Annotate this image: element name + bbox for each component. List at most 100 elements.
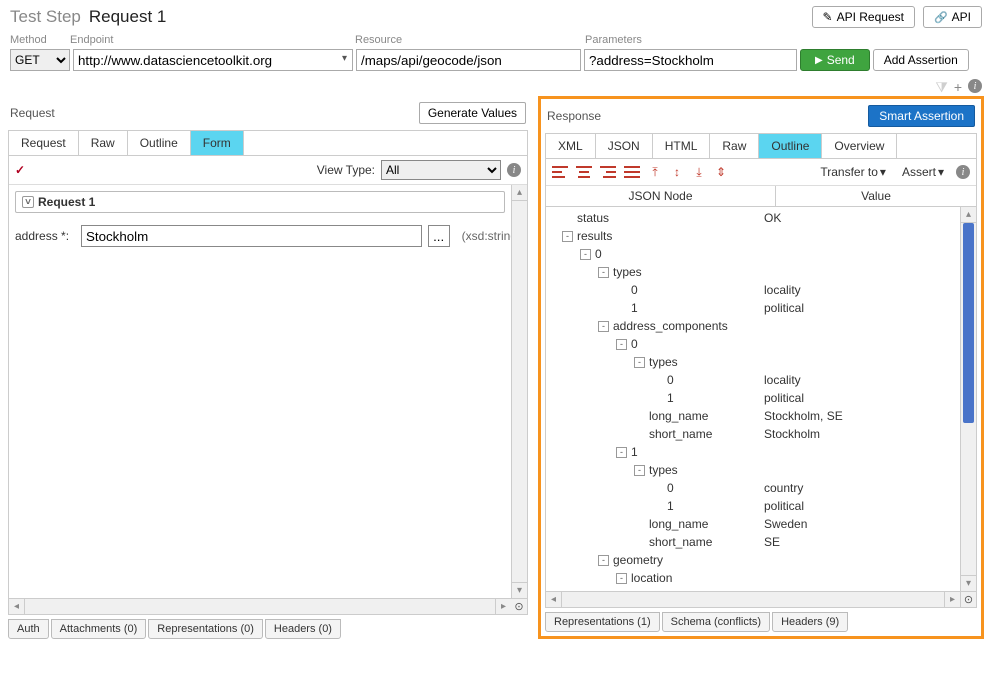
tree-toggle-icon[interactable]: - — [598, 321, 609, 332]
tree-row[interactable]: -location — [546, 569, 960, 587]
align-justify-icon[interactable] — [624, 165, 640, 179]
tree-toggle-icon[interactable]: - — [634, 357, 645, 368]
tree-toggle-icon[interactable]: - — [616, 339, 627, 350]
tab-raw[interactable]: Raw — [710, 134, 759, 158]
tab-request[interactable]: Request — [9, 131, 79, 155]
tab-html[interactable]: HTML — [653, 134, 711, 158]
tree-toggle-icon[interactable]: - — [634, 465, 645, 476]
browse-button[interactable]: ... — [428, 225, 450, 247]
tab-overview[interactable]: Overview — [822, 134, 897, 158]
tree-row[interactable]: -results — [546, 227, 960, 245]
api-button[interactable]: API — [923, 6, 982, 28]
endpoint-input[interactable] — [73, 49, 353, 71]
send-button[interactable]: ▶ Send — [800, 49, 870, 71]
scroll-down-icon[interactable]: ▾ — [961, 575, 976, 591]
tab-form[interactable]: Form — [191, 131, 244, 155]
horizontal-scrollbar[interactable]: ◂ ▸ — [546, 591, 960, 607]
tree-row[interactable]: -types — [546, 353, 960, 371]
vertical-scrollbar[interactable]: ▴ ▾ — [960, 207, 976, 591]
tree-row[interactable]: 1political — [546, 299, 960, 317]
tree-row[interactable]: -0 — [546, 245, 960, 263]
bottom-tab[interactable]: Headers (9) — [772, 612, 848, 632]
scroll-left-icon[interactable]: ◂ — [546, 592, 562, 607]
view-type-select[interactable]: All — [381, 160, 501, 180]
valign-top-icon[interactable]: ⤒ — [648, 165, 662, 179]
tab-xml[interactable]: XML — [546, 134, 596, 158]
tree-row[interactable]: -address_components — [546, 317, 960, 335]
validate-icon[interactable]: ✓ — [15, 163, 25, 177]
tab-raw[interactable]: Raw — [79, 131, 128, 155]
bottom-tab[interactable]: Representations (0) — [148, 619, 263, 639]
assert-label: Assert — [902, 165, 936, 179]
tree-row[interactable]: short_nameStockholm — [546, 425, 960, 443]
bottom-tab[interactable]: Schema (conflicts) — [662, 612, 770, 632]
tree-toggle-icon[interactable]: - — [616, 447, 627, 458]
transfer-to-dropdown[interactable]: Transfer to ▾ — [816, 163, 890, 181]
tree-node-value: OK — [760, 211, 960, 225]
tree-node-label: short_name — [649, 535, 712, 549]
plus-icon[interactable]: + — [954, 79, 962, 96]
scroll-down-icon[interactable]: ▾ — [512, 582, 527, 598]
valign-mid-icon[interactable]: ↕ — [670, 165, 684, 179]
tree-row[interactable]: -types — [546, 461, 960, 479]
collapse-icon[interactable]: ˅ — [22, 196, 34, 208]
bottom-tab[interactable]: Representations (1) — [545, 612, 660, 632]
valign-btm-icon[interactable]: ⤓ — [692, 165, 706, 179]
resource-input[interactable] — [356, 49, 581, 71]
tree-toggle-icon[interactable]: - — [562, 231, 573, 242]
zoom-icon[interactable]: ⊙ — [960, 591, 976, 607]
column-value: Value — [776, 186, 976, 206]
method-select[interactable]: GET — [10, 49, 70, 71]
tree-node-label: long_name — [649, 409, 708, 423]
tree-row[interactable]: -0 — [546, 335, 960, 353]
scroll-up-icon[interactable]: ▴ — [961, 207, 976, 223]
valign-stretch-icon[interactable]: ⇕ — [714, 165, 728, 179]
align-left-icon[interactable] — [552, 165, 568, 179]
tree-toggle-icon[interactable]: - — [580, 249, 591, 260]
tree-row[interactable]: 0locality — [546, 281, 960, 299]
tree-toggle-icon[interactable]: - — [598, 267, 609, 278]
align-center-icon[interactable] — [576, 165, 592, 179]
add-assertion-button[interactable]: Add Assertion — [873, 49, 969, 71]
tree-row[interactable]: -types — [546, 263, 960, 281]
horizontal-scrollbar[interactable]: ◂ ▸ ⊙ — [9, 598, 527, 614]
scroll-up-icon[interactable]: ▴ — [512, 185, 527, 201]
scroll-left-icon[interactable]: ◂ — [9, 599, 25, 614]
bottom-tab[interactable]: Headers (0) — [265, 619, 341, 639]
tree-row[interactable]: 0country — [546, 479, 960, 497]
tree-row[interactable]: 0locality — [546, 371, 960, 389]
generate-values-button[interactable]: Generate Values — [419, 102, 526, 124]
address-field-input[interactable] — [81, 225, 422, 247]
tree-row[interactable]: 1political — [546, 497, 960, 515]
tree-row[interactable]: -1 — [546, 443, 960, 461]
scroll-right-icon[interactable]: ▸ — [944, 592, 960, 607]
tree-row[interactable]: -geometry — [546, 551, 960, 569]
tree-row[interactable]: long_nameSweden — [546, 515, 960, 533]
tab-outline[interactable]: Outline — [128, 131, 191, 155]
tree-row[interactable]: long_nameStockholm, SE — [546, 407, 960, 425]
tree-row[interactable]: 1political — [546, 389, 960, 407]
bottom-tab[interactable]: Auth — [8, 619, 49, 639]
scrollbar-thumb[interactable] — [963, 223, 974, 423]
info-icon[interactable]: i — [507, 163, 521, 177]
vertical-scrollbar[interactable]: ▴ ▾ — [511, 185, 527, 598]
tab-outline[interactable]: Outline — [759, 134, 822, 158]
info-icon[interactable]: i — [968, 79, 982, 93]
bottom-tab[interactable]: Attachments (0) — [51, 619, 147, 639]
assert-dropdown[interactable]: Assert ▾ — [898, 163, 948, 181]
tree-node-value: country — [760, 481, 960, 495]
tree-node-label: 0 — [631, 283, 638, 297]
parameters-input[interactable] — [584, 49, 797, 71]
tree-toggle-icon[interactable]: - — [616, 573, 627, 584]
tree-toggle-icon[interactable]: - — [598, 555, 609, 566]
api-request-button[interactable]: API Request — [812, 6, 915, 28]
smart-assertion-button[interactable]: Smart Assertion — [868, 105, 975, 127]
align-right-icon[interactable] — [600, 165, 616, 179]
tab-json[interactable]: JSON — [596, 134, 653, 158]
info-icon[interactable]: i — [956, 165, 970, 179]
zoom-icon[interactable]: ⊙ — [511, 599, 527, 614]
scroll-right-icon[interactable]: ▸ — [495, 599, 511, 614]
tree-row[interactable]: short_nameSE — [546, 533, 960, 551]
tree-row[interactable]: statusOK — [546, 209, 960, 227]
filter-icon[interactable]: ⧩ — [935, 79, 948, 96]
